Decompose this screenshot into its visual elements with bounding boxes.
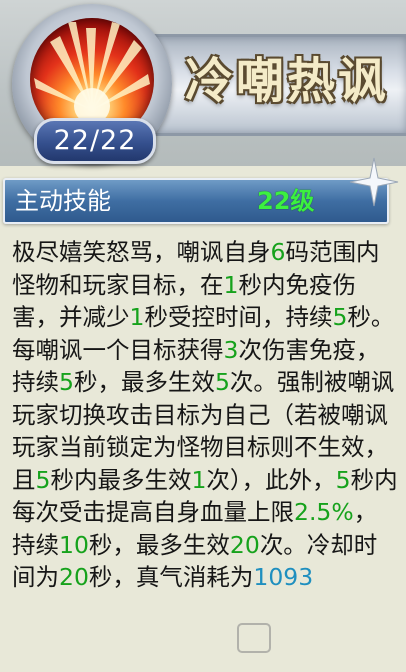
skill-header: 冷嘲热讽 22/22 xyxy=(0,0,406,166)
description-text: 次），此外， xyxy=(206,465,336,494)
description-value: 1093 xyxy=(253,563,314,591)
description-value: 6 xyxy=(270,238,286,266)
skill-level: 22级 xyxy=(257,187,315,215)
description-text: 极尽嬉笑怒骂，嘲讽自身 xyxy=(12,238,271,266)
skill-name: 冷嘲热讽 xyxy=(185,53,390,109)
description-text: 秒内最多生效 xyxy=(50,465,192,494)
description-text: 秒受控时间，持续 xyxy=(144,303,333,331)
description-value: 5 xyxy=(332,303,348,331)
description-value: 10 xyxy=(59,530,89,559)
description-value: 5 xyxy=(214,368,230,396)
description-value: 5 xyxy=(335,465,351,494)
description-value: 1 xyxy=(223,270,239,299)
description-value: 3 xyxy=(223,335,239,364)
charges-badge: 22/22 xyxy=(34,118,156,164)
description-value: 1 xyxy=(191,465,207,494)
description-value: 5 xyxy=(59,368,74,396)
description-text: 秒，最多生效 xyxy=(88,530,230,559)
description-value: 1 xyxy=(129,303,145,331)
watermark-logo-icon xyxy=(237,623,271,653)
description-value: 20 xyxy=(59,563,89,591)
skill-type-label: 主动技能 xyxy=(15,187,111,215)
description-text: 秒，真气消耗为 xyxy=(88,563,254,591)
skill-description: 极尽嬉笑怒骂，嘲讽自身6码范围内怪物和玩家目标，在1秒内免疫伤害，并减少1秒受控… xyxy=(12,236,400,672)
description-value: 5 xyxy=(35,465,51,494)
description-value: 2.5% xyxy=(294,498,354,526)
description-value: 20 xyxy=(229,530,260,559)
sparkle-icon xyxy=(349,157,399,207)
description-text: 秒，最多生效 xyxy=(73,368,215,396)
skill-type-bar: 主动技能 22级 xyxy=(3,178,389,224)
